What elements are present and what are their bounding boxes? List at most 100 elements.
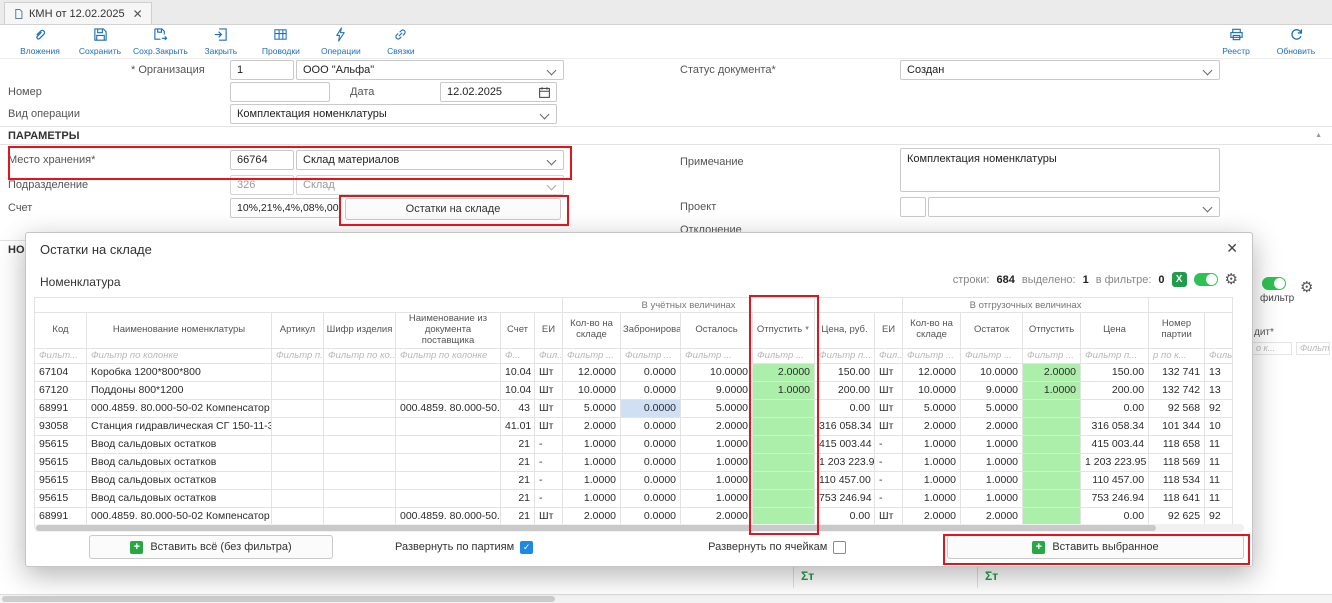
column-header-price1[interactable]: Цена, руб. — [815, 313, 875, 349]
cell-extra[interactable]: 11 — [1205, 453, 1233, 471]
cell-remaining[interactable]: 5.0000 — [681, 399, 753, 417]
cell-unit1[interactable]: Шт — [535, 507, 563, 525]
cell-unit1[interactable]: Шт — [535, 363, 563, 381]
cell-supplier_name[interactable]: 000.4859. 80.000-50... — [396, 507, 501, 525]
cell-reserved[interactable]: 0.0000 — [621, 399, 681, 417]
filter-input-batch[interactable]: р по к... — [1149, 348, 1205, 363]
cell-release1[interactable]: 1.0000 — [753, 381, 815, 399]
cell-unit2[interactable]: Шт — [875, 507, 903, 525]
cell-price1[interactable]: 200.00 — [815, 381, 875, 399]
table-row[interactable]: 95615Ввод сальдовых остатков21-1.00000.0… — [35, 453, 1233, 471]
cell-price2[interactable]: 0.00 — [1081, 399, 1149, 417]
table-horizontal-scrollbar[interactable] — [34, 524, 1244, 532]
cell-release2[interactable] — [1023, 435, 1081, 453]
cell-cipher[interactable] — [324, 381, 396, 399]
cell-batch[interactable]: 132 742 — [1149, 381, 1205, 399]
cell-name[interactable]: 000.4859. 80.000-50-02 Компенсатор — [87, 399, 272, 417]
cell-reserved[interactable]: 0.0000 — [621, 507, 681, 525]
cell-qty2[interactable]: 1.0000 — [903, 471, 961, 489]
cell-price2[interactable]: 415 003.44 — [1081, 435, 1149, 453]
column-header-unit1[interactable]: ЕИ — [535, 313, 563, 349]
refresh-button[interactable]: Обновить — [1266, 25, 1326, 58]
cell-qty1[interactable]: 2.0000 — [563, 417, 621, 435]
cell-rest2[interactable]: 5.0000 — [961, 399, 1023, 417]
collapse-caret-icon[interactable]: ▲ — [1315, 132, 1322, 139]
cell-account[interactable]: 21 — [501, 453, 535, 471]
filter-input-price1[interactable]: Фильтр п... — [815, 348, 875, 363]
cell-supplier_name[interactable]: 000.4859. 80.000-50... — [396, 399, 501, 417]
cell-extra[interactable]: 92 — [1205, 399, 1233, 417]
filter-input-supplier_name[interactable]: Фильтр по колонке — [396, 348, 501, 363]
filter-input-unit1[interactable]: Фил... — [535, 348, 563, 363]
cell-price1[interactable]: 110 457.00 — [815, 471, 875, 489]
cell-reserved[interactable]: 0.0000 — [621, 453, 681, 471]
cell-unit2[interactable]: - — [875, 435, 903, 453]
cell-release2[interactable] — [1023, 489, 1081, 507]
cell-remaining[interactable]: 1.0000 — [681, 489, 753, 507]
filter-input-cipher[interactable]: Фильтр по ко... — [324, 348, 396, 363]
cell-remaining[interactable]: 1.0000 — [681, 435, 753, 453]
cell-supplier_name[interactable] — [396, 489, 501, 507]
cell-name[interactable]: Ввод сальдовых остатков — [87, 489, 272, 507]
column-header-release1[interactable]: Отпустить▼ — [753, 313, 815, 349]
cell-unit2[interactable]: - — [875, 489, 903, 507]
expand-batches-checkbox[interactable] — [520, 541, 533, 554]
cell-unit2[interactable]: - — [875, 453, 903, 471]
cell-cipher[interactable] — [324, 453, 396, 471]
cell-remaining[interactable]: 2.0000 — [681, 417, 753, 435]
cell-name[interactable]: Коробка 1200*800*800 — [87, 363, 272, 381]
cell-unit1[interactable]: - — [535, 453, 563, 471]
cell-code[interactable]: 68991 — [35, 507, 87, 525]
cell-supplier_name[interactable] — [396, 435, 501, 453]
cell-reserved[interactable]: 0.0000 — [621, 381, 681, 399]
cell-remaining[interactable]: 2.0000 — [681, 507, 753, 525]
cell-article[interactable] — [272, 489, 324, 507]
cell-price1[interactable]: 0.00 — [815, 507, 875, 525]
cell-code[interactable]: 93058 — [35, 417, 87, 435]
modal-close-icon[interactable]: ✕ — [1226, 240, 1238, 257]
cell-rest2[interactable]: 1.0000 — [961, 453, 1023, 471]
tab-close-icon[interactable]: ✕ — [133, 7, 143, 21]
column-header-unit2[interactable]: ЕИ — [875, 313, 903, 349]
cell-code[interactable]: 95615 — [35, 489, 87, 507]
cell-remaining[interactable]: 10.0000 — [681, 363, 753, 381]
cell-extra[interactable]: 11 — [1205, 435, 1233, 453]
cell-name[interactable]: Ввод сальдовых остатков — [87, 435, 272, 453]
cell-unit2[interactable]: Шт — [875, 363, 903, 381]
cell-qty1[interactable]: 2.0000 — [563, 507, 621, 525]
cell-supplier_name[interactable] — [396, 417, 501, 435]
cell-name[interactable]: 000.4859. 80.000-50-02 Компенсатор — [87, 507, 272, 525]
calendar-icon[interactable] — [538, 86, 551, 99]
column-header-article[interactable]: Артикул — [272, 313, 324, 349]
cell-rest2[interactable]: 1.0000 — [961, 471, 1023, 489]
cell-price2[interactable]: 150.00 — [1081, 363, 1149, 381]
filter-input-qty2[interactable]: Фильтр ... — [903, 348, 961, 363]
save-close-button[interactable]: Сохр.Закрыть — [130, 25, 191, 58]
cell-price1[interactable]: 150.00 — [815, 363, 875, 381]
column-header-release2[interactable]: Отпустить — [1023, 313, 1081, 349]
cell-release2[interactable] — [1023, 507, 1081, 525]
filter-input-code[interactable]: Фильт... — [35, 348, 87, 363]
cell-unit2[interactable]: Шт — [875, 417, 903, 435]
cell-cipher[interactable] — [324, 417, 396, 435]
filter-input-release1[interactable]: Фильтр ... — [753, 348, 815, 363]
cell-article[interactable] — [272, 417, 324, 435]
cell-code[interactable]: 68991 — [35, 399, 87, 417]
column-header-cipher[interactable]: Шифр изделия — [324, 313, 396, 349]
column-header-reserved[interactable]: Забронировано — [621, 313, 681, 349]
filter-input-remaining[interactable]: Фильтр ... — [681, 348, 753, 363]
table-row[interactable]: 68991000.4859. 80.000-50-02 Компенсатор 0… — [35, 399, 1233, 417]
document-tab[interactable]: КМН от 12.02.2025 ✕ — [4, 2, 152, 24]
cell-cipher[interactable] — [324, 435, 396, 453]
cell-supplier_name[interactable] — [396, 381, 501, 399]
cell-batch[interactable]: 92 625 — [1149, 507, 1205, 525]
column-header-account[interactable]: Счет — [501, 313, 535, 349]
cell-remaining[interactable]: 9.0000 — [681, 381, 753, 399]
cell-release1[interactable] — [753, 471, 815, 489]
cell-release1[interactable] — [753, 489, 815, 507]
cell-rest2[interactable]: 2.0000 — [961, 417, 1023, 435]
cell-release2[interactable] — [1023, 471, 1081, 489]
gear-icon[interactable]: ⚙ — [1225, 272, 1238, 287]
filter-input-qty1[interactable]: Фильтр ... — [563, 348, 621, 363]
cell-article[interactable] — [272, 471, 324, 489]
